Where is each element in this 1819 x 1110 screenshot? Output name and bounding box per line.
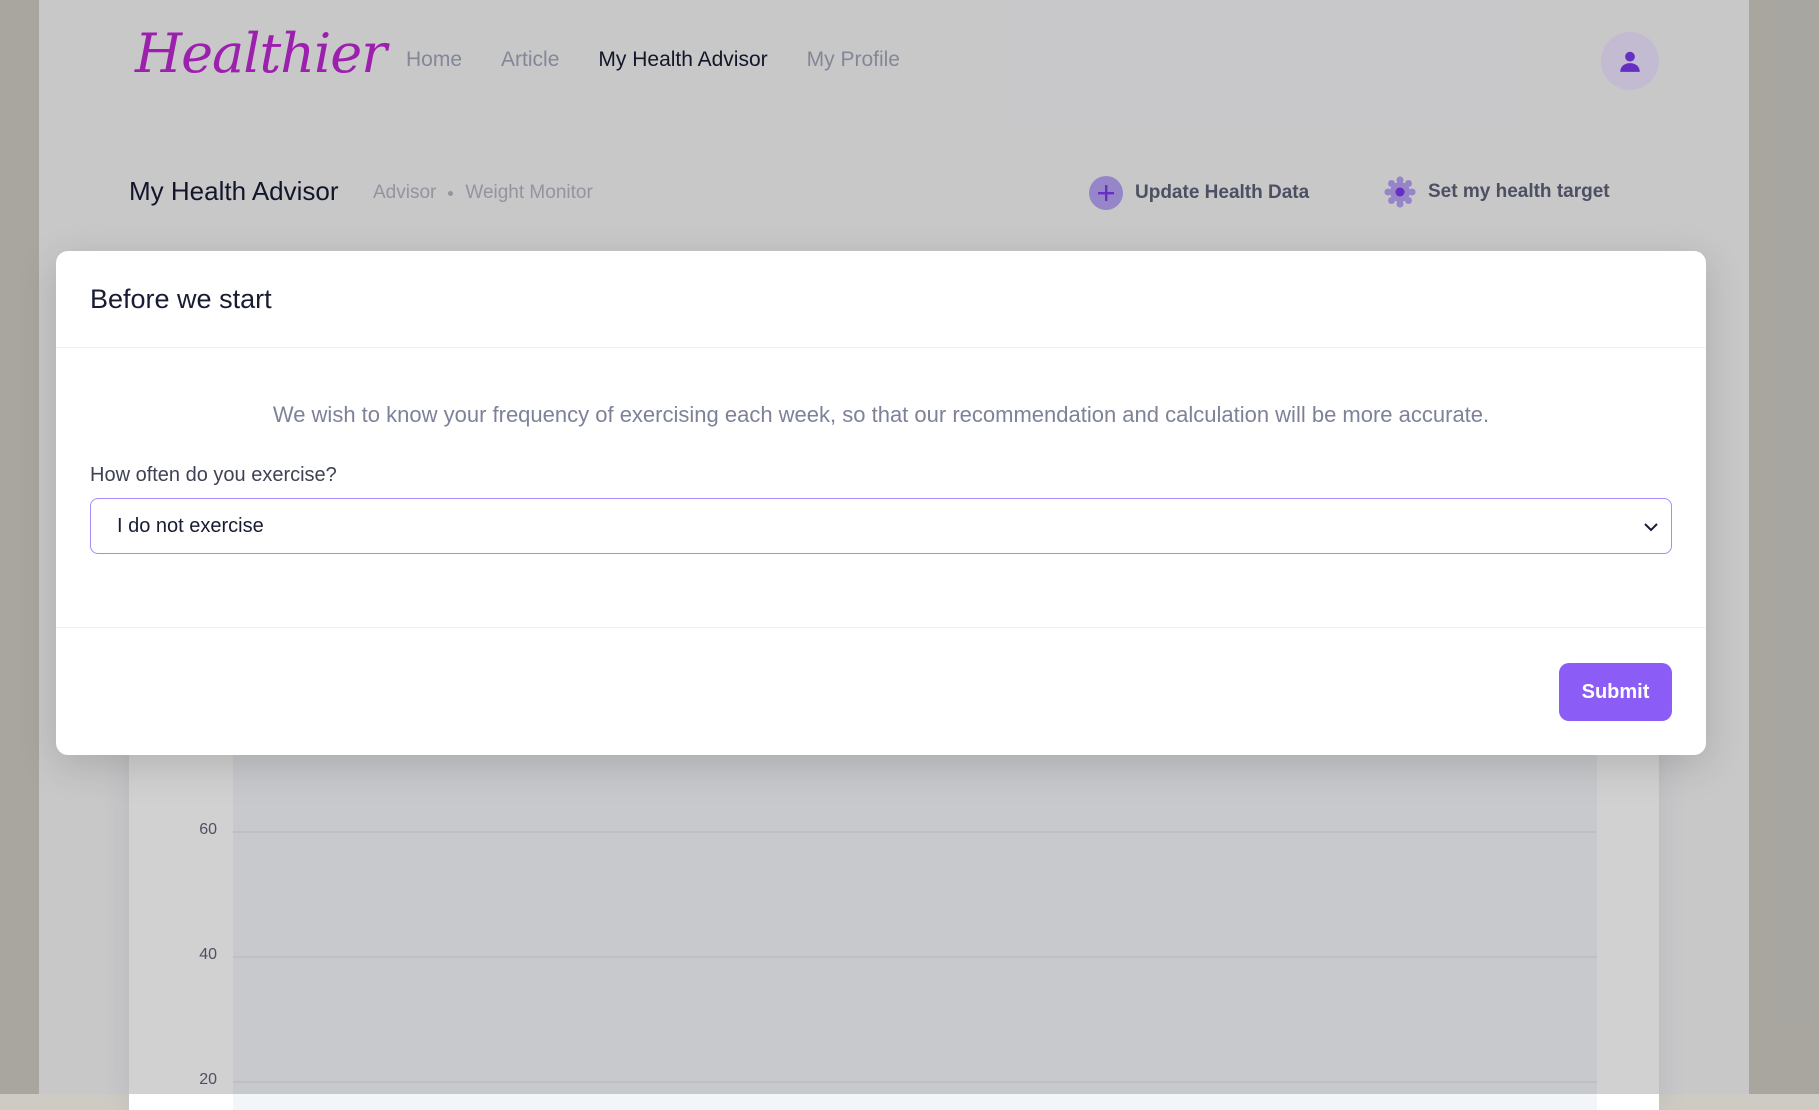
submit-button[interactable]: Submit	[1559, 663, 1672, 721]
modal-description: We wish to know your frequency of exerci…	[272, 402, 1490, 427]
modal-footer: Submit	[56, 628, 1706, 755]
modal-title: Before we start	[90, 283, 272, 314]
exercise-frequency-value: I do not exercise	[117, 514, 264, 537]
exercise-frequency-select[interactable]: I do not exercise	[90, 498, 1672, 554]
modal-body: We wish to know your frequency of exerci…	[56, 348, 1706, 628]
modal-header: Before we start	[56, 251, 1706, 348]
chevron-down-icon	[1644, 523, 1658, 532]
exercise-frequency-modal: Before we start We wish to know your fre…	[56, 251, 1706, 755]
exercise-frequency-label: How often do you exercise?	[90, 464, 337, 486]
